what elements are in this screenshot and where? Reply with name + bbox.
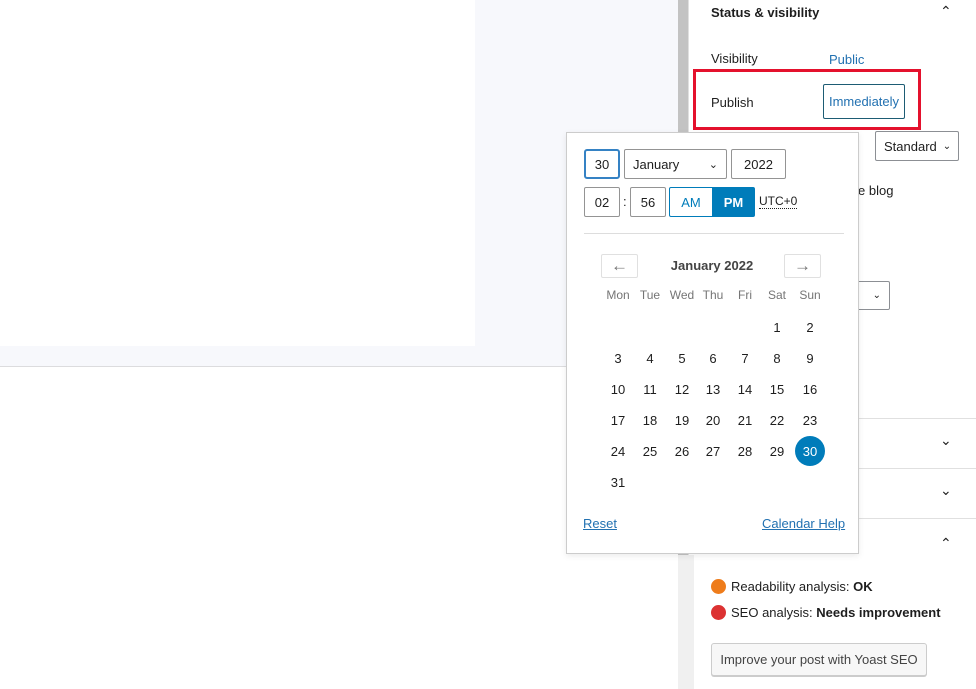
chevron-down-icon: ⌄: [872, 290, 881, 301]
readability-label: Readability analysis:: [731, 579, 850, 594]
arrow-right-icon: →: [794, 256, 811, 275]
calendar-day[interactable]: 12: [667, 374, 697, 404]
face-sad-icon: [711, 605, 726, 620]
improve-yoast-button[interactable]: Improve your post with Yoast SEO: [711, 643, 927, 676]
calendar-day[interactable]: 21: [730, 405, 760, 435]
readability-value: OK: [853, 579, 873, 594]
calendar-day[interactable]: 26: [667, 436, 697, 466]
minute-input[interactable]: 56: [630, 187, 666, 217]
calendar-day[interactable]: 9: [795, 343, 825, 373]
time-separator: :: [623, 194, 627, 209]
calendar-help-link[interactable]: Calendar Help: [762, 516, 845, 531]
chevron-up-icon[interactable]: ⌃: [940, 3, 952, 20]
calendar-day[interactable]: 8: [762, 343, 792, 373]
month-title: January 2022: [670, 258, 754, 273]
editor-content-area[interactable]: [0, 0, 475, 346]
timezone-label[interactable]: UTC+0: [759, 195, 798, 209]
am-button[interactable]: AM: [669, 187, 713, 217]
post-format-value: Standard: [884, 138, 937, 154]
calendar-day[interactable]: 10: [603, 374, 633, 404]
weekday-label: Thu: [702, 288, 724, 302]
next-month-button[interactable]: →: [784, 254, 821, 278]
weekday-label: Sun: [799, 288, 821, 302]
weekday-label: Tue: [639, 288, 661, 302]
month-value: January: [633, 156, 680, 172]
visibility-label: Visibility: [711, 51, 758, 66]
calendar-day[interactable]: 29: [762, 436, 792, 466]
calendar-day[interactable]: 13: [698, 374, 728, 404]
calendar-day[interactable]: 24: [603, 436, 633, 466]
visibility-toggle[interactable]: Public: [829, 52, 864, 67]
calendar-day-selected[interactable]: 30: [795, 436, 825, 466]
sidebar-gutter: [678, 555, 694, 689]
divider: [584, 233, 844, 234]
highlight-box: [693, 69, 921, 130]
calendar-day[interactable]: 4: [635, 343, 665, 373]
calendar-day[interactable]: 22: [762, 405, 792, 435]
chevron-up-icon[interactable]: ⌃: [940, 535, 952, 552]
weekday-label: Mon: [606, 288, 630, 302]
chevron-down-icon: ⌄: [708, 158, 718, 171]
year-input[interactable]: 2022: [731, 149, 786, 179]
calendar-day[interactable]: 7: [730, 343, 760, 373]
calendar-day[interactable]: 18: [635, 405, 665, 435]
seo-value: Needs improvement: [816, 605, 941, 620]
face-neutral-icon: [711, 579, 726, 594]
readability-analysis: Readability analysis: OK: [711, 579, 873, 594]
calendar-day[interactable]: 17: [603, 405, 633, 435]
hour-input[interactable]: 02: [584, 187, 620, 217]
calendar-day[interactable]: 25: [635, 436, 665, 466]
calendar-day[interactable]: 19: [667, 405, 697, 435]
pm-button[interactable]: PM: [712, 187, 755, 217]
calendar-day[interactable]: 27: [698, 436, 728, 466]
calendar-day[interactable]: 1: [762, 312, 792, 342]
weekday-label: Wed: [669, 288, 695, 302]
calendar-day[interactable]: 23: [795, 405, 825, 435]
calendar-day[interactable]: 11: [635, 374, 665, 404]
reset-link[interactable]: Reset: [583, 516, 617, 531]
calendar-day[interactable]: 2: [795, 312, 825, 342]
calendar-day[interactable]: 3: [603, 343, 633, 373]
chevron-down-icon[interactable]: ⌄: [940, 432, 952, 449]
seo-analysis: SEO analysis: Needs improvement: [711, 605, 941, 620]
calendar-day[interactable]: 6: [698, 343, 728, 373]
calendar-day[interactable]: 5: [667, 343, 697, 373]
calendar-day[interactable]: 14: [730, 374, 760, 404]
chevron-down-icon: ⌄: [942, 140, 952, 152]
calendar-day[interactable]: 15: [762, 374, 792, 404]
date-picker-popover: 30 January ⌄ 2022 02 : 56 AM PM UTC+0 ← J…: [566, 132, 859, 554]
post-format-select[interactable]: Standard ⌄: [875, 131, 959, 161]
prev-month-button[interactable]: ←: [601, 254, 638, 278]
arrow-left-icon: ←: [611, 256, 628, 275]
weekday-label: Sat: [767, 288, 786, 302]
calendar-day[interactable]: 28: [730, 436, 760, 466]
chevron-down-icon[interactable]: ⌄: [940, 482, 952, 499]
month-select[interactable]: January ⌄: [624, 149, 727, 179]
seo-label: SEO analysis:: [731, 605, 813, 620]
day-input[interactable]: 30: [584, 149, 620, 179]
calendar-day[interactable]: 20: [698, 405, 728, 435]
panel-title-status-visibility[interactable]: Status & visibility: [711, 5, 819, 20]
weekday-label: Fri: [738, 288, 752, 302]
calendar-day[interactable]: 16: [795, 374, 825, 404]
calendar-day[interactable]: 31: [603, 467, 633, 497]
sticky-label: e blog: [858, 183, 894, 198]
